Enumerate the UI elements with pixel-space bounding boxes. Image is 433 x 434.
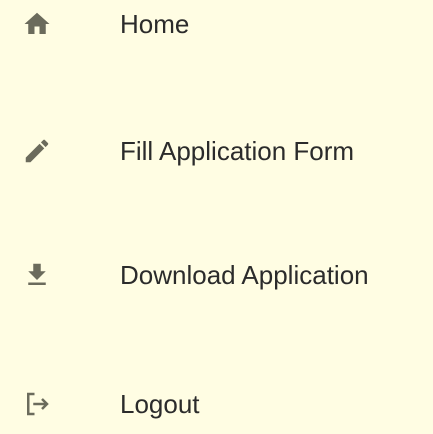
nav-item-label: Download Application xyxy=(120,259,369,290)
nav-item-label: Fill Application Form xyxy=(120,135,355,166)
nav-item-logout[interactable]: Logout xyxy=(0,374,433,434)
nav-item-download-application[interactable]: Download Application xyxy=(0,245,433,305)
nav-item-label: Logout xyxy=(120,388,200,419)
nav-item-label: Home xyxy=(120,8,190,39)
side-navigation: Home Fill Application Form Download Appl… xyxy=(0,0,433,422)
home-icon xyxy=(20,7,54,41)
download-icon xyxy=(20,258,54,292)
nav-item-fill-application-form[interactable]: Fill Application Form xyxy=(0,121,433,181)
nav-item-home[interactable]: Home xyxy=(0,0,433,54)
pencil-icon xyxy=(20,134,54,168)
logout-icon xyxy=(20,387,54,421)
